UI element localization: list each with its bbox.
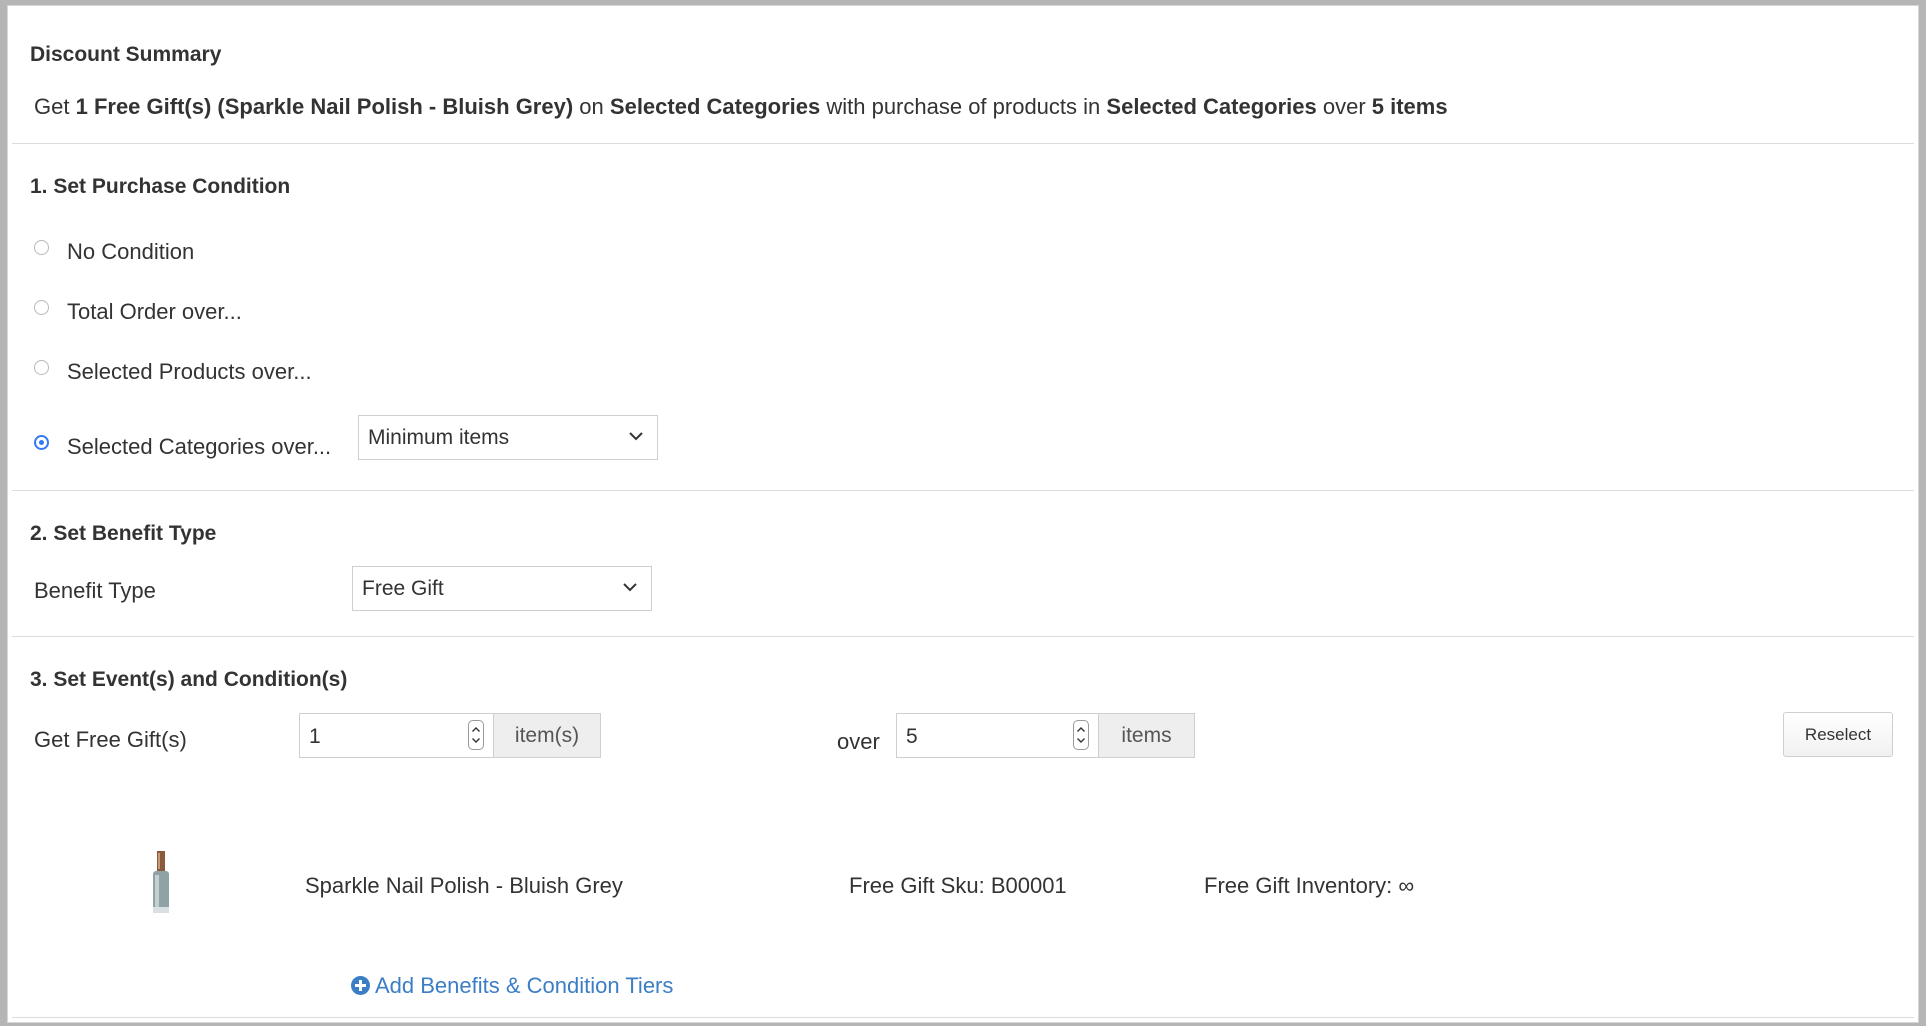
radio-total-order-label[interactable]: Total Order over...	[67, 299, 242, 325]
condition-type-value: Minimum items	[368, 426, 510, 449]
summary-gift: 1 Free Gift(s) (Sparkle Nail Polish - Bl…	[75, 94, 574, 119]
radio-no-condition[interactable]	[34, 240, 49, 255]
purchase-condition-title: 1. Set Purchase Condition	[30, 175, 291, 198]
summary-categories-2: Selected Categories	[1106, 94, 1317, 119]
discount-panel: Discount Summary Get 1 Free Gift(s) (Spa…	[7, 5, 1919, 1023]
radio-selected-products-label[interactable]: Selected Products over...	[67, 359, 312, 385]
discount-summary-title: Discount Summary	[30, 43, 222, 66]
threshold-input[interactable]: 5	[896, 713, 1099, 758]
threshold-value: 5	[906, 725, 918, 748]
gift-unit-addon: item(s)	[493, 713, 601, 758]
divider	[12, 143, 1914, 144]
divider	[12, 636, 1914, 637]
summary-with-purchase: with purchase of products in	[826, 94, 1101, 119]
gift-quantity-value: 1	[309, 725, 321, 748]
summary-categories-1: Selected Categories	[609, 94, 821, 119]
radio-total-order[interactable]	[34, 300, 49, 315]
radio-no-condition-label[interactable]: No Condition	[67, 239, 194, 265]
plus-circle-icon	[351, 976, 370, 995]
gift-item-sku: Free Gift Sku: B00001	[849, 873, 1067, 898]
threshold-unit-addon: items	[1098, 713, 1195, 758]
radio-selected-categories[interactable]	[34, 435, 49, 450]
over-label: over	[837, 729, 880, 754]
benefit-type-value: Free Gift	[362, 577, 444, 600]
nail-polish-bottle-icon	[153, 851, 169, 913]
radio-selected-categories-label[interactable]: Selected Categories over...	[67, 434, 331, 460]
stepper-icon[interactable]	[1073, 720, 1089, 750]
summary-over: over	[1322, 94, 1366, 119]
divider	[12, 490, 1914, 491]
stepper-icon[interactable]	[468, 720, 484, 750]
radio-selected-products[interactable]	[34, 360, 49, 375]
condition-type-select[interactable]: Minimum items	[358, 415, 658, 460]
benefit-type-title: 2. Set Benefit Type	[30, 522, 217, 545]
summary-on: on	[579, 94, 604, 119]
chevron-down-icon	[623, 583, 637, 592]
gift-quantity-input[interactable]: 1	[299, 713, 494, 758]
divider	[12, 1017, 1914, 1018]
chevron-down-icon	[629, 432, 643, 441]
reselect-button[interactable]: Reselect	[1783, 712, 1893, 757]
get-free-gift-label: Get Free Gift(s)	[34, 727, 187, 752]
discount-summary-text: Get 1 Free Gift(s) (Sparkle Nail Polish …	[34, 94, 1448, 120]
benefit-type-label: Benefit Type	[34, 578, 156, 603]
gift-item-name: Sparkle Nail Polish - Bluish Grey	[305, 873, 623, 898]
gift-item-inventory: Free Gift Inventory: ∞	[1204, 873, 1415, 898]
events-conditions-title: 3. Set Event(s) and Condition(s)	[30, 668, 348, 691]
add-benefit-tiers-link[interactable]: Add Benefits & Condition Tiers	[351, 973, 673, 999]
summary-threshold: 5 items	[1371, 94, 1448, 119]
benefit-type-select[interactable]: Free Gift	[352, 566, 652, 611]
summary-get: Get	[34, 94, 70, 119]
add-benefit-tiers-label: Add Benefits & Condition Tiers	[375, 973, 674, 998]
